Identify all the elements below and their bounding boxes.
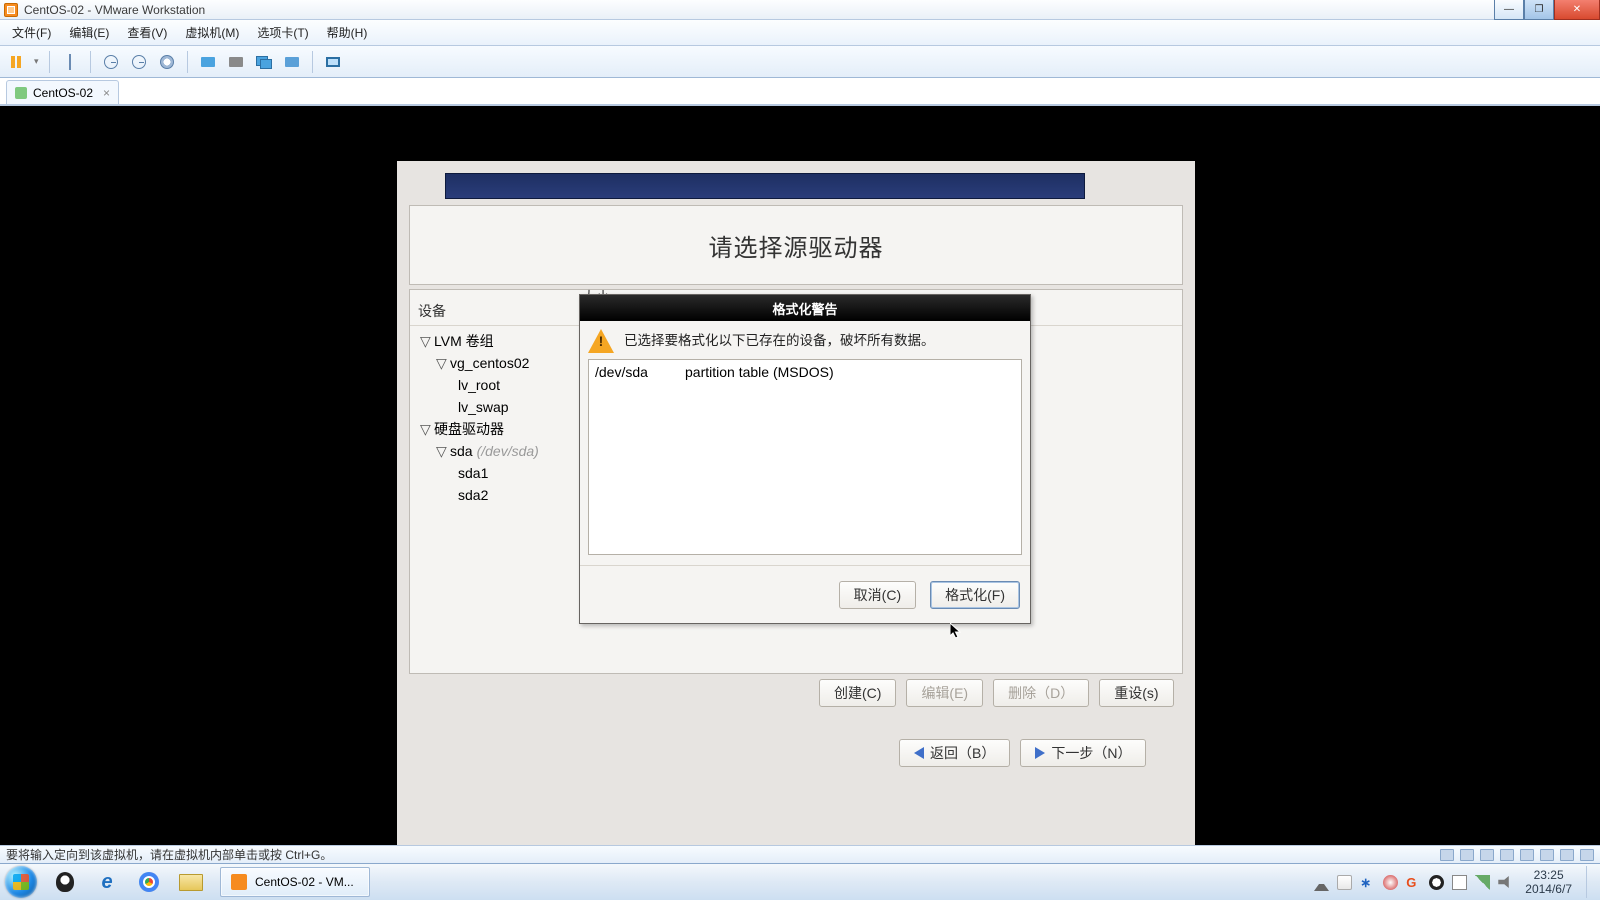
close-button[interactable]: ✕ xyxy=(1554,0,1600,20)
minimize-button[interactable]: — xyxy=(1494,0,1524,20)
device-icon[interactable] xyxy=(1500,849,1514,861)
clock-time: 23:25 xyxy=(1525,868,1572,882)
col-device: 设备 xyxy=(418,301,556,321)
tray-app-icon[interactable]: G xyxy=(1406,875,1421,890)
installer-header-bar xyxy=(445,173,1085,199)
format-button[interactable]: 格式化(F) xyxy=(930,581,1020,609)
create-button[interactable]: 创建(C) xyxy=(819,679,896,707)
revert-icon[interactable] xyxy=(101,52,121,72)
fullscreen-icon[interactable] xyxy=(323,52,343,72)
menu-tabs[interactable]: 选项卡(T) xyxy=(251,22,314,43)
pinned-apps xyxy=(46,867,210,897)
installer-heading-panel: 请选择源驱动器 xyxy=(409,205,1183,285)
format-warning-dialog: 格式化警告 已选择要格式化以下已存在的设备，破坏所有数据。 /dev/sda p… xyxy=(579,294,1031,624)
window-controls: — ❐ ✕ xyxy=(1494,0,1600,20)
menu-view[interactable]: 查看(V) xyxy=(121,22,173,43)
toolbar-separator xyxy=(49,51,50,73)
multimon-icon[interactable] xyxy=(254,52,274,72)
cancel-button[interactable]: 取消(C) xyxy=(839,581,916,609)
pinned-ie-icon[interactable] xyxy=(88,867,126,897)
taskbar-app-button[interactable]: CentOS-02 - VM... xyxy=(220,867,370,897)
menu-help[interactable]: 帮助(H) xyxy=(321,22,374,43)
back-button[interactable]: 返回（B） xyxy=(899,739,1010,767)
clock-date: 2014/6/7 xyxy=(1525,882,1572,896)
next-button[interactable]: 下一步（N） xyxy=(1020,739,1146,767)
toolbar-separator xyxy=(187,51,188,73)
dialog-message: 已选择要格式化以下已存在的设备，破坏所有数据。 xyxy=(624,329,935,349)
windows-taskbar: CentOS-02 - VM... ∗ G 23:25 2014/6/7 xyxy=(0,863,1600,900)
maximize-button[interactable]: ❐ xyxy=(1524,0,1554,20)
vm-tab[interactable]: CentOS-02 × xyxy=(6,80,119,104)
vm-tab-icon xyxy=(15,87,27,99)
statusbar-device-icons xyxy=(1440,849,1594,861)
pinned-chrome-icon[interactable] xyxy=(130,867,168,897)
device-icon[interactable] xyxy=(1560,849,1574,861)
manage-icon[interactable] xyxy=(157,52,177,72)
tray-bluetooth-icon[interactable]: ∗ xyxy=(1360,875,1375,890)
device-icon[interactable] xyxy=(1480,849,1494,861)
delete-button: 删除（D） xyxy=(993,679,1089,707)
tray-icons: ∗ G xyxy=(1314,873,1513,891)
pinned-explorer-icon[interactable] xyxy=(172,867,210,897)
installer-heading: 请选择源驱动器 xyxy=(709,228,884,263)
window-title: CentOS-02 - VMware Workstation xyxy=(24,3,205,17)
device-icon[interactable] xyxy=(1440,849,1454,861)
menu-file[interactable]: 文件(F) xyxy=(6,22,57,43)
statusbar: 要将输入定向到该虚拟机，请在虚拟机内部单击或按 Ctrl+G。 xyxy=(0,845,1600,863)
warning-icon xyxy=(588,329,614,353)
dialog-device-list: /dev/sda partition table (MSDOS) xyxy=(588,359,1022,555)
pinned-qq-icon[interactable] xyxy=(46,867,84,897)
toolbar: ▾ xyxy=(0,46,1600,78)
menu-vm[interactable]: 虚拟机(M) xyxy=(179,22,245,43)
menu-bar: 文件(F) 编辑(E) 查看(V) 虚拟机(M) 选项卡(T) 帮助(H) xyxy=(0,20,1600,46)
list-item: /dev/sda partition table (MSDOS) xyxy=(595,364,1015,380)
dialog-buttons: 取消(C) 格式化(F) xyxy=(580,565,1030,623)
start-button[interactable] xyxy=(0,864,42,901)
dialog-title: 格式化警告 xyxy=(580,295,1030,321)
system-tray: ∗ G 23:25 2014/6/7 xyxy=(1310,866,1600,898)
nav-buttons: 返回（B） 下一步（N） xyxy=(899,739,1146,767)
device-icon[interactable] xyxy=(1460,849,1474,861)
tray-security-icon[interactable] xyxy=(1383,875,1398,890)
tray-volume-icon[interactable] xyxy=(1498,875,1513,890)
close-tab-icon[interactable]: × xyxy=(103,86,110,100)
device-icon[interactable] xyxy=(1580,849,1594,861)
tray-network-icon[interactable] xyxy=(1452,875,1467,890)
snapshot-icon[interactable] xyxy=(60,52,80,72)
windows-orb-icon xyxy=(5,866,37,898)
tray-qq-icon[interactable] xyxy=(1429,875,1444,890)
single-window-icon[interactable] xyxy=(226,52,246,72)
reset-button[interactable]: 重设(s) xyxy=(1099,679,1173,707)
show-desktop-button[interactable] xyxy=(1586,866,1596,898)
tray-overflow-icon[interactable] xyxy=(1314,876,1329,891)
pause-icon[interactable] xyxy=(6,52,26,72)
menu-edit[interactable]: 编辑(E) xyxy=(63,22,115,43)
vmware-app-icon xyxy=(4,3,18,17)
clock-icon[interactable] xyxy=(129,52,149,72)
vm-tab-label: CentOS-02 xyxy=(33,86,93,100)
console-view-icon[interactable] xyxy=(198,52,218,72)
window-titlebar: CentOS-02 - VMware Workstation — ❐ ✕ xyxy=(0,0,1600,20)
partition-buttons: 创建(C) 编辑(E) 删除（D） 重设(s) xyxy=(819,679,1174,707)
device-icon[interactable] xyxy=(1540,849,1554,861)
toolbar-separator xyxy=(312,51,313,73)
tray-action-center-icon[interactable] xyxy=(1337,875,1352,890)
device-icon[interactable] xyxy=(1520,849,1534,861)
unity-icon[interactable] xyxy=(282,52,302,72)
status-hint: 要将输入定向到该虚拟机，请在虚拟机内部单击或按 Ctrl+G。 xyxy=(6,846,332,863)
edit-button: 编辑(E) xyxy=(906,679,983,707)
taskbar-app-label: CentOS-02 - VM... xyxy=(255,875,354,889)
vmware-task-icon xyxy=(231,874,247,890)
taskbar-clock[interactable]: 23:25 2014/6/7 xyxy=(1521,868,1576,897)
tray-wifi-icon[interactable] xyxy=(1475,875,1490,890)
toolbar-separator xyxy=(90,51,91,73)
tab-bar: CentOS-02 × xyxy=(0,78,1600,106)
